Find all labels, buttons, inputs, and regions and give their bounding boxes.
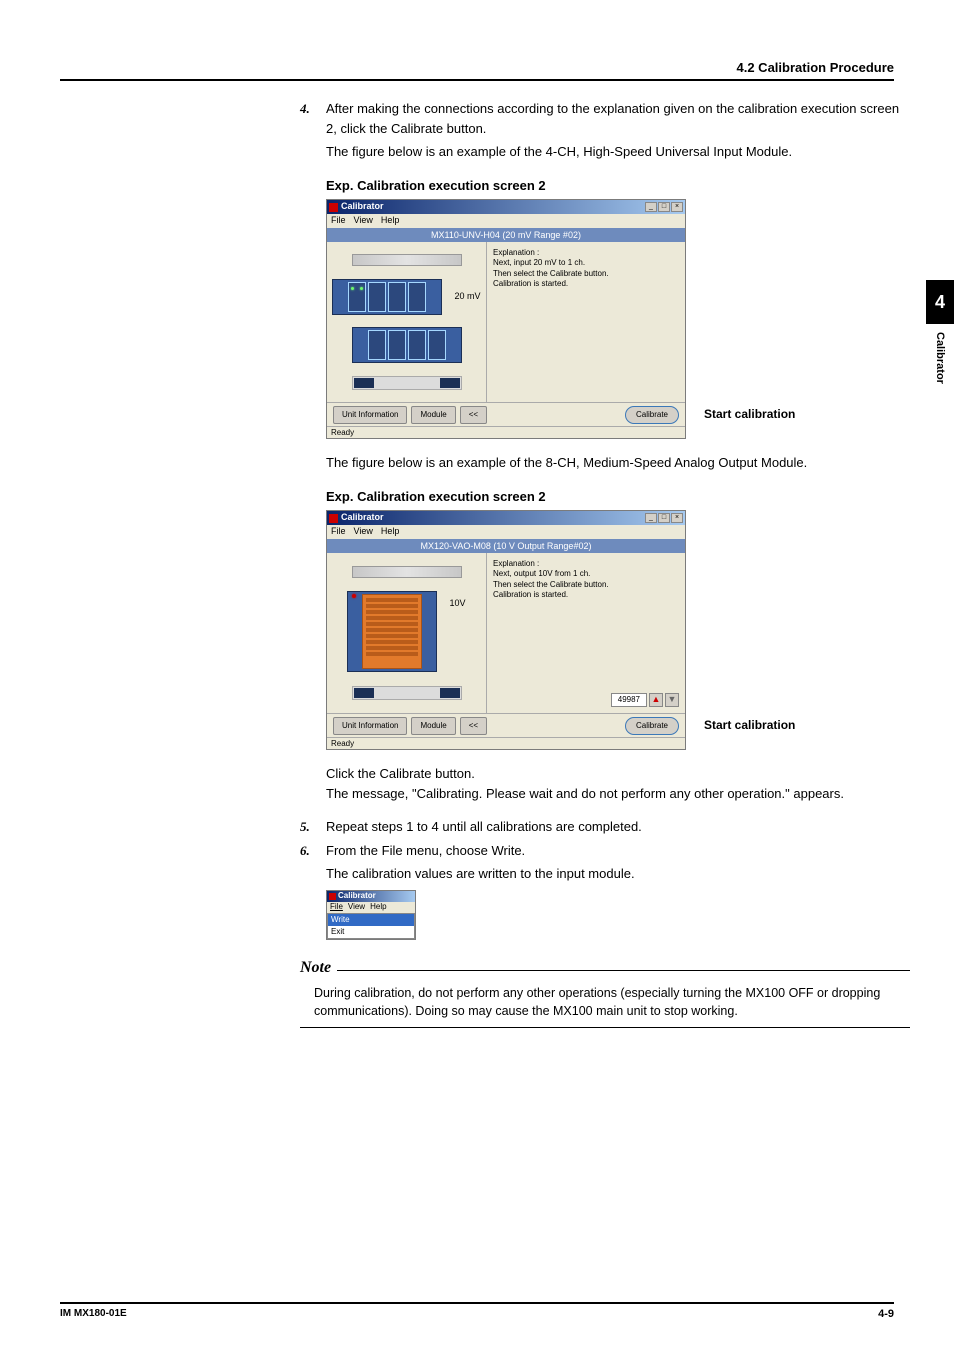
- decrement-button[interactable]: ▼: [665, 693, 679, 707]
- calibrate-button[interactable]: Calibrate: [625, 406, 679, 424]
- note-heading: Note: [300, 956, 331, 980]
- side-tab: 4 Calibrator: [926, 280, 954, 384]
- page-header: 4.2 Calibration Procedure: [60, 60, 894, 81]
- menu-file[interactable]: File: [331, 214, 346, 228]
- menu-view[interactable]: View: [354, 525, 373, 539]
- calibrate-button[interactable]: Calibrate: [625, 717, 679, 735]
- calibrator-window-1: Calibrator _ □ × File View Help MX110-UN…: [326, 199, 686, 439]
- module-pcb: [347, 591, 437, 672]
- step-6: 6. From the File menu, choose Write.: [300, 841, 910, 861]
- explanation-line-2: Then select the Calibrate button.: [493, 269, 679, 279]
- file-menu-screenshot: Calibrator File View Help Write Exit: [326, 890, 416, 940]
- menu-view[interactable]: View: [354, 214, 373, 228]
- step-number: 5.: [300, 817, 326, 837]
- file-dropdown: Write Exit: [327, 913, 415, 939]
- window-title: Calibrator: [341, 200, 384, 214]
- back-button[interactable]: <<: [460, 406, 487, 424]
- menu-help[interactable]: Help: [381, 525, 400, 539]
- menu-file[interactable]: File: [331, 525, 346, 539]
- signal-label: 20 mV: [454, 290, 480, 304]
- note-rule: [337, 970, 910, 971]
- explanation-line-1: Next, output 10V from 1 ch.: [493, 569, 679, 579]
- close-button[interactable]: ×: [671, 513, 683, 523]
- close-button[interactable]: ×: [671, 202, 683, 212]
- page-footer: IM MX180-01E 4-9: [60, 1302, 894, 1320]
- minimize-button[interactable]: _: [645, 202, 657, 212]
- step-6-sub: The calibration values are written to th…: [326, 864, 910, 884]
- calibrator-window-2: Calibrator _ □ × File View Help MX120-VA…: [326, 510, 686, 750]
- app-icon: [329, 203, 338, 212]
- wiring-diagram: 20 mV: [327, 242, 487, 402]
- module-header: MX120-VAO-M08 (10 V Output Range#02): [327, 539, 685, 553]
- figure2-label: Exp. Calibration execution screen 2: [326, 487, 910, 507]
- explanation-label: Explanation :: [493, 248, 679, 258]
- window-title: Calibrator: [341, 511, 384, 525]
- explanation-line-1: Next, input 20 mV to 1 ch.: [493, 258, 679, 268]
- module-pcb-2: [352, 327, 462, 363]
- footer-doc-id: IM MX180-01E: [60, 1308, 127, 1320]
- chapter-name: Calibrator: [934, 332, 946, 384]
- step-text: Repeat steps 1 to 4 until all calibratio…: [326, 817, 910, 837]
- module-button[interactable]: Module: [411, 717, 455, 735]
- step-4-sub: The figure below is an example of the 4-…: [326, 142, 910, 162]
- step-number: 6.: [300, 841, 326, 861]
- explanation-line-3: Calibration is started.: [493, 590, 679, 600]
- menu-help[interactable]: Help: [381, 214, 400, 228]
- menu-item-exit[interactable]: Exit: [328, 926, 414, 938]
- step-4: 4. After making the connections accordin…: [300, 99, 910, 138]
- module-pcb: [332, 279, 442, 315]
- maximize-button[interactable]: □: [658, 202, 670, 212]
- titlebar: Calibrator _ □ ×: [327, 511, 685, 525]
- status-bar: Ready: [327, 737, 685, 749]
- explanation-pane: Explanation : Next, output 10V from 1 ch…: [487, 553, 685, 713]
- note-body: During calibration, do not perform any o…: [300, 980, 910, 1029]
- step-text: After making the connections according t…: [326, 99, 910, 138]
- maximize-button[interactable]: □: [658, 513, 670, 523]
- explanation-pane: Explanation : Next, input 20 mV to 1 ch.…: [487, 242, 685, 402]
- unit-info-button[interactable]: Unit Information: [333, 717, 407, 735]
- callout-start-calibration: Start calibration: [704, 716, 795, 734]
- menubar: File View Help: [327, 525, 685, 539]
- signal-label: 10V: [449, 597, 465, 611]
- footer-page-number: 4-9: [878, 1308, 894, 1320]
- section-title: 4.2 Calibration Procedure: [60, 60, 894, 75]
- wiring-diagram: 10V: [327, 553, 487, 713]
- titlebar: Calibrator _ □ ×: [327, 200, 685, 214]
- step-5: 5. Repeat steps 1 to 4 until all calibra…: [300, 817, 910, 837]
- app-icon: [329, 514, 338, 523]
- unit-info-button[interactable]: Unit Information: [333, 406, 407, 424]
- app-icon: [329, 893, 336, 900]
- menu-view[interactable]: View: [348, 901, 365, 913]
- step-text: From the File menu, choose Write.: [326, 841, 910, 861]
- status-bar: Ready: [327, 426, 685, 438]
- explanation-label: Explanation :: [493, 559, 679, 569]
- numeric-value: 49987: [611, 693, 647, 707]
- click-calibrate-text: Click the Calibrate button.: [326, 764, 910, 784]
- explanation-line-2: Then select the Calibrate button.: [493, 580, 679, 590]
- back-button[interactable]: <<: [460, 717, 487, 735]
- minimize-button[interactable]: _: [645, 513, 657, 523]
- calibrating-message-text: The message, "Calibrating. Please wait a…: [326, 784, 910, 804]
- step-number: 4.: [300, 99, 326, 138]
- module-header: MX110-UNV-H04 (20 mV Range #02): [327, 228, 685, 242]
- callout-start-calibration: Start calibration: [704, 405, 795, 423]
- menu-help[interactable]: Help: [370, 901, 386, 913]
- module-button[interactable]: Module: [411, 406, 455, 424]
- note-heading-row: Note: [300, 956, 910, 980]
- step-4-mid: The figure below is an example of the 8-…: [326, 453, 910, 473]
- figure1-label: Exp. Calibration execution screen 2: [326, 176, 910, 196]
- menubar: File View Help: [327, 214, 685, 228]
- chapter-number: 4: [926, 280, 954, 324]
- menu-file[interactable]: File: [330, 901, 343, 913]
- increment-button[interactable]: ▲: [649, 693, 663, 707]
- explanation-line-3: Calibration is started.: [493, 279, 679, 289]
- menu-item-write[interactable]: Write: [328, 914, 414, 926]
